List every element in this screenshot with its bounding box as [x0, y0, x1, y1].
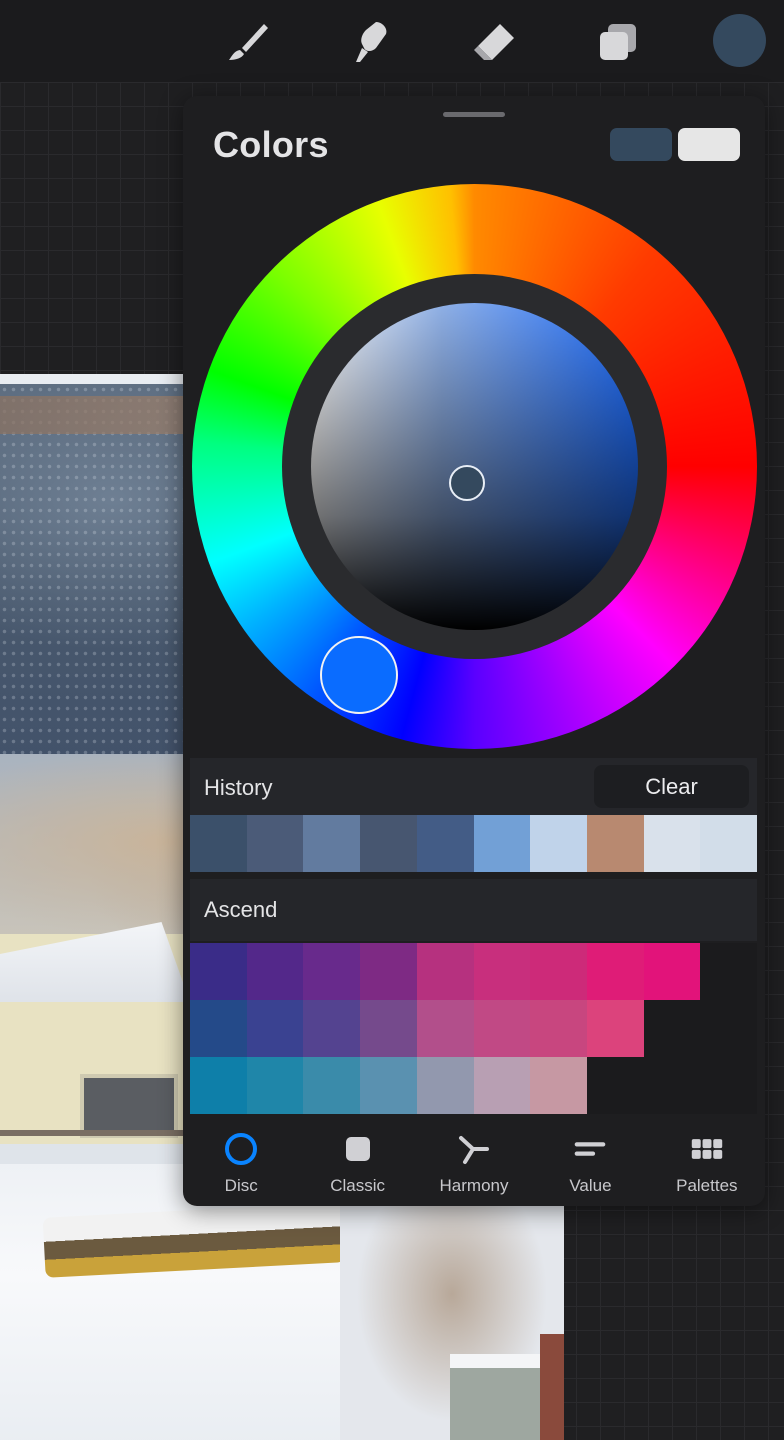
saturation-handle[interactable] [449, 465, 485, 501]
top-toolbar [0, 0, 784, 82]
art-post-red [540, 1334, 564, 1440]
harmony-icon [457, 1132, 491, 1166]
eraser-icon [474, 24, 514, 60]
tab-harmony[interactable]: Harmony [416, 1118, 532, 1206]
palette-swatch[interactable] [190, 1000, 247, 1057]
history-swatch[interactable] [360, 815, 417, 872]
hue-handle[interactable] [320, 636, 398, 714]
palette-swatch[interactable] [473, 1000, 531, 1057]
current-color-button[interactable] [713, 14, 766, 67]
palette-swatch[interactable] [700, 1000, 758, 1057]
palette-swatch[interactable] [246, 1000, 304, 1057]
palette-grid [190, 943, 758, 1114]
history-swatch[interactable] [473, 815, 531, 872]
paintbrush-tool-button[interactable] [220, 16, 276, 68]
palette-swatch[interactable] [360, 943, 417, 1000]
palette-row [190, 943, 758, 1000]
panel-title: Colors [213, 124, 329, 165]
history-swatch[interactable] [643, 815, 701, 872]
palette-swatch[interactable] [643, 1057, 701, 1114]
palette-row [190, 1000, 758, 1057]
palette-swatch[interactable] [416, 1057, 474, 1114]
palette-swatch[interactable] [360, 1000, 417, 1057]
color-mode-tabs: Disc Classic Harmony Value Palettes [183, 1118, 765, 1206]
palette-swatch[interactable] [416, 943, 474, 1000]
palette-swatch[interactable] [643, 1000, 701, 1057]
tab-label: Disc [224, 1176, 258, 1195]
palette-swatch[interactable] [530, 943, 587, 1000]
palette-swatch[interactable] [190, 943, 247, 1000]
art-fence [0, 1130, 190, 1136]
layers-tool-button[interactable] [590, 16, 646, 68]
palette-row [190, 1057, 758, 1114]
tab-value[interactable]: Value [532, 1118, 648, 1206]
value-icon [573, 1132, 607, 1166]
palette-swatch[interactable] [700, 943, 758, 1000]
palettes-grid-icon [690, 1132, 724, 1166]
palette-swatch[interactable] [473, 1057, 531, 1114]
history-swatch[interactable] [586, 815, 644, 872]
history-swatch[interactable] [700, 815, 758, 872]
palette-swatch[interactable] [246, 1057, 304, 1114]
classic-icon [341, 1132, 375, 1166]
palette-swatch[interactable] [586, 1057, 644, 1114]
palette-swatch[interactable] [530, 1057, 587, 1114]
history-swatch[interactable] [303, 815, 361, 872]
eraser-tool-button[interactable] [466, 16, 522, 68]
history-swatch[interactable] [190, 815, 247, 872]
disc-icon [224, 1132, 258, 1166]
tab-disc[interactable]: Disc [183, 1118, 299, 1206]
tab-label: Value [569, 1176, 612, 1195]
palette-header: Ascend [190, 879, 757, 941]
hue-ring-inner [282, 274, 667, 659]
history-swatches [190, 815, 758, 872]
history-swatch[interactable] [530, 815, 587, 872]
tab-classic[interactable]: Classic [299, 1118, 415, 1206]
palette-swatch[interactable] [530, 1000, 587, 1057]
palette-swatch[interactable] [643, 943, 701, 1000]
palette-swatch[interactable] [586, 1000, 644, 1057]
saturation-brightness-disc[interactable] [311, 303, 638, 630]
tab-label: Harmony [439, 1176, 509, 1195]
history-header: History Clear [190, 758, 757, 816]
palette-swatch[interactable] [586, 943, 644, 1000]
history-swatch[interactable] [416, 815, 474, 872]
hue-ring[interactable] [192, 184, 757, 749]
palette-swatch[interactable] [303, 943, 361, 1000]
palette-swatch[interactable] [700, 1057, 758, 1114]
tab-label: Classic [330, 1176, 385, 1195]
panel-grabber[interactable] [443, 112, 505, 117]
palette-swatch[interactable] [303, 1000, 361, 1057]
palette-name: Ascend [204, 897, 278, 922]
smudge-icon [356, 22, 387, 62]
palette-swatch[interactable] [303, 1057, 361, 1114]
layers-icon [600, 24, 636, 60]
palette-swatch[interactable] [360, 1057, 417, 1114]
palette-swatch[interactable] [190, 1057, 247, 1114]
palette-swatch[interactable] [473, 943, 531, 1000]
history-label: History [204, 775, 273, 800]
palette-swatch[interactable] [416, 1000, 474, 1057]
tab-palettes[interactable]: Palettes [649, 1118, 765, 1206]
palette-swatch[interactable] [246, 943, 304, 1000]
primary-color-swatch[interactable] [610, 128, 672, 161]
art-window [80, 1074, 178, 1138]
art-post [450, 1354, 540, 1440]
clear-history-button[interactable]: Clear [594, 765, 749, 808]
history-swatch[interactable] [246, 815, 304, 872]
paintbrush-icon [229, 24, 268, 60]
smudge-tool-button[interactable] [342, 16, 398, 68]
tab-label: Palettes [676, 1176, 738, 1195]
colors-panel: Colors History Clear Ascend Disc Classic [183, 96, 765, 1206]
secondary-color-swatch[interactable] [678, 128, 740, 161]
